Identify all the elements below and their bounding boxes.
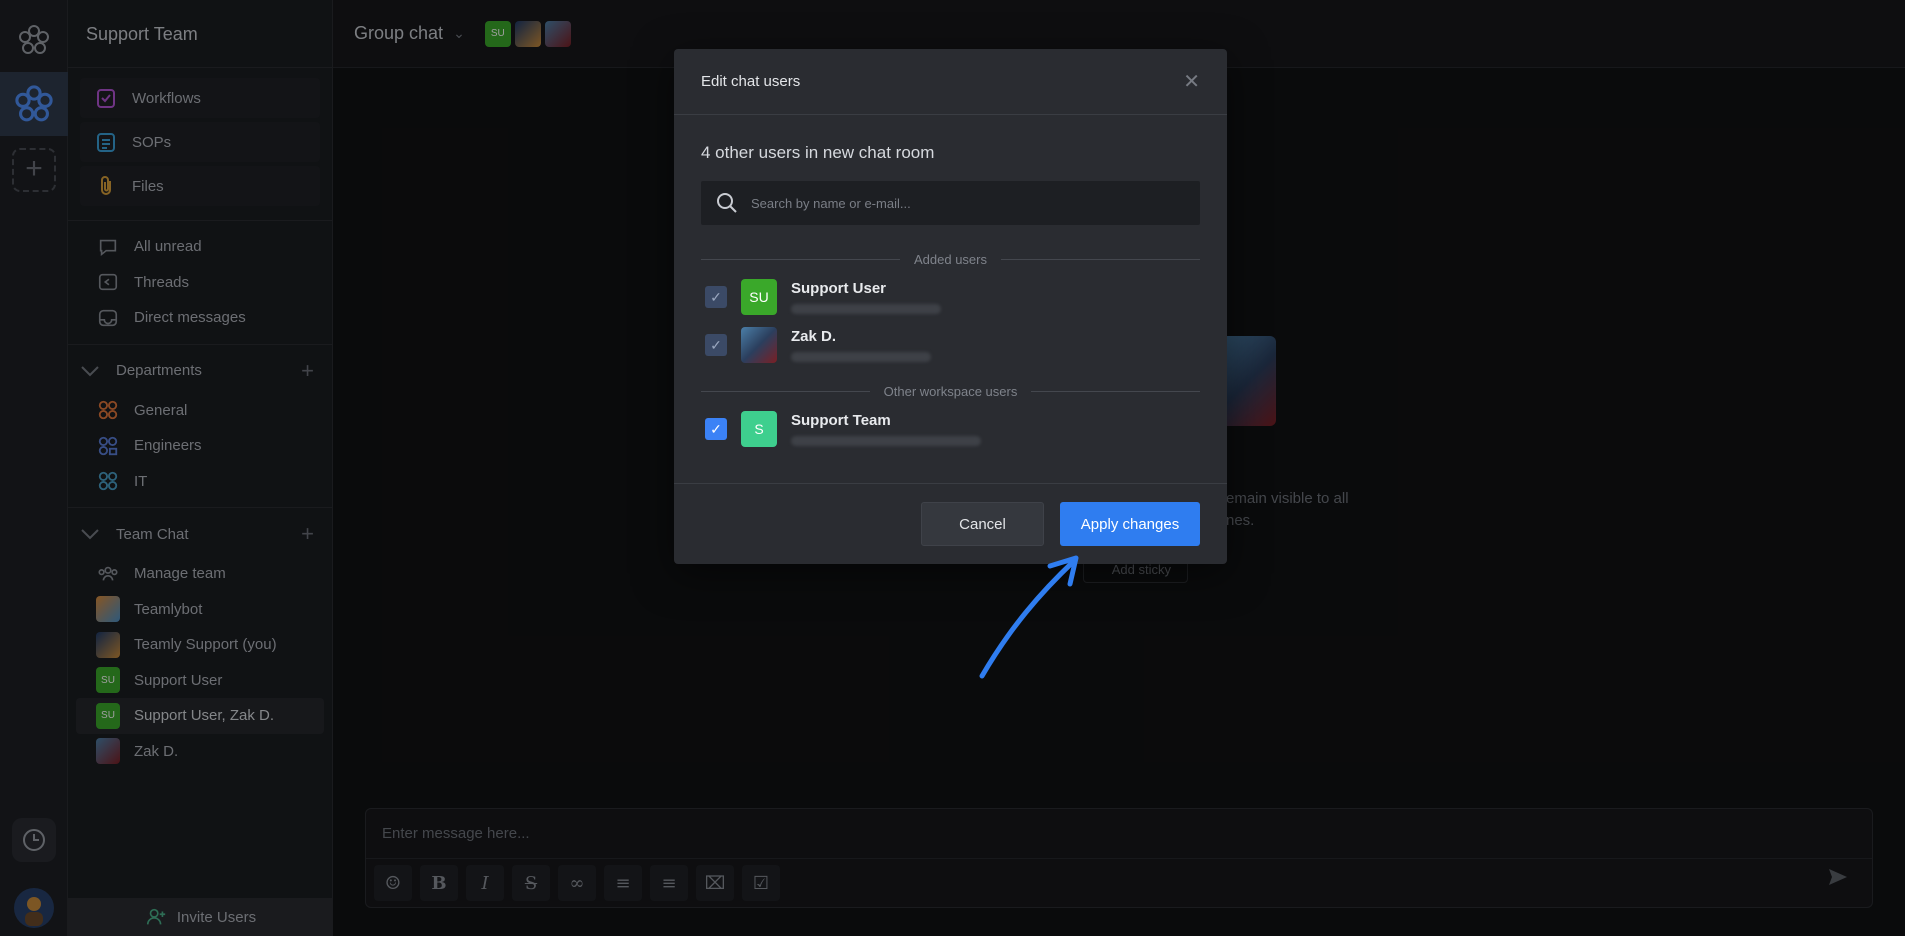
user-checkbox[interactable]: ✓ bbox=[705, 334, 727, 356]
added-users-label: Added users bbox=[914, 251, 987, 267]
user-email-redacted bbox=[791, 304, 941, 314]
other-users-divider: Other workspace users bbox=[701, 377, 1200, 405]
search-icon bbox=[717, 193, 737, 213]
modal-footer: Cancel Apply changes bbox=[674, 483, 1227, 564]
modal-body: 4 other users in new chat room Added use… bbox=[674, 115, 1227, 453]
user-avatar bbox=[741, 327, 777, 363]
annotation-arrow-icon bbox=[979, 555, 1079, 679]
user-name: Support Team bbox=[791, 412, 891, 429]
user-checkbox[interactable]: ✓ bbox=[705, 286, 727, 308]
user-avatar: S bbox=[741, 411, 777, 447]
apply-changes-button[interactable]: Apply changes bbox=[1060, 502, 1200, 546]
user-checkbox[interactable]: ✓ bbox=[705, 418, 727, 440]
cancel-button[interactable]: Cancel bbox=[921, 502, 1044, 546]
user-email-redacted bbox=[791, 436, 981, 446]
other-users-label: Other workspace users bbox=[883, 383, 1018, 399]
search-input[interactable] bbox=[751, 195, 1200, 211]
user-email-redacted bbox=[791, 352, 931, 362]
user-name: Zak D. bbox=[791, 328, 837, 345]
modal-subtitle: 4 other users in new chat room bbox=[701, 143, 935, 162]
user-search bbox=[701, 181, 1200, 225]
user-row-support-user[interactable]: ✓ SU Support User bbox=[701, 273, 1200, 321]
app: + Support Team Workflows SOPs Files All … bbox=[0, 0, 1905, 936]
user-name: Support User bbox=[791, 280, 887, 297]
edit-chat-users-modal: Edit chat users ✕ 4 other users in new c… bbox=[674, 49, 1227, 564]
modal-header: Edit chat users ✕ bbox=[674, 49, 1227, 115]
added-users-divider: Added users bbox=[701, 245, 1200, 273]
user-avatar: SU bbox=[741, 279, 777, 315]
modal-title: Edit chat users bbox=[701, 73, 801, 90]
user-row-support-team[interactable]: ✓ S Support Team bbox=[701, 405, 1200, 453]
close-icon[interactable]: ✕ bbox=[1183, 69, 1200, 94]
user-row-zak-d[interactable]: ✓ Zak D. bbox=[701, 321, 1200, 369]
